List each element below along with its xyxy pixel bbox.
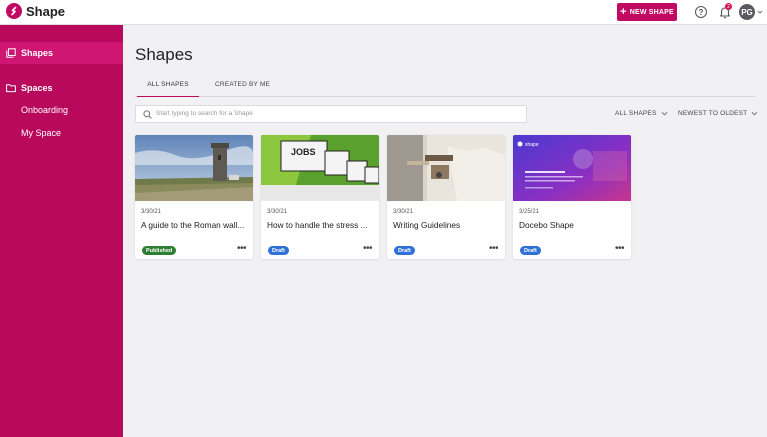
card-thumbnail: JOBS [261, 135, 379, 201]
chevron-down-icon [661, 111, 667, 116]
card-title[interactable]: Writing Guidelines [393, 220, 503, 230]
chevron-down-icon [751, 111, 758, 116]
card-thumbnail [387, 135, 505, 201]
search-input[interactable]: Start typing to search for a Shape [135, 105, 527, 123]
card-title[interactable]: How to handle the stress ... [267, 220, 377, 230]
card-thumbnail: shape [513, 135, 631, 201]
status-badge: Draft [520, 246, 541, 255]
thumb-text-jobs: JOBS [291, 147, 316, 157]
card-thumbnail [135, 135, 253, 201]
card-date: 3/30/21 [267, 209, 288, 215]
shape-card[interactable]: 3/30/21 Writing Guidelines Draft ••• [387, 135, 505, 259]
new-shape-label: NEW SHAPE [629, 8, 674, 16]
more-options-icon[interactable]: ••• [363, 244, 373, 254]
tab-bar: ALL SHAPES CREATED BY ME [135, 75, 755, 97]
type-filter-label: ALL SHAPES [615, 110, 657, 117]
card-date: 3/30/21 [393, 209, 414, 215]
avatar[interactable]: PG [739, 4, 755, 20]
sidebar-item-onboarding[interactable]: Onboarding [21, 105, 68, 115]
new-shape-button[interactable]: + NEW SHAPE [617, 3, 677, 21]
shape-card[interactable]: shape 3/25/21 Docebo Shape Draft ••• [513, 135, 631, 259]
status-badge: Draft [394, 246, 415, 255]
more-options-icon[interactable]: ••• [237, 244, 247, 254]
sidebar-item-shapes[interactable]: Shapes [0, 42, 123, 64]
status-badge: Published [142, 246, 177, 255]
sort-label: NEWEST TO OLDEST [678, 110, 748, 117]
sidebar: Shapes Spaces Onboarding My Space [0, 25, 123, 437]
status-badge: Draft [268, 246, 289, 255]
help-icon[interactable]: ? [695, 6, 707, 18]
tab-all-shapes[interactable]: ALL SHAPES [137, 81, 199, 97]
more-options-icon[interactable]: ••• [489, 244, 499, 254]
page-title: Shapes [135, 45, 193, 64]
card-title[interactable]: A guide to the Roman wall... [141, 220, 251, 230]
main-content: Shapes ALL SHAPES CREATED BY ME Start ty… [123, 25, 767, 437]
more-options-icon[interactable]: ••• [615, 244, 625, 254]
card-title[interactable]: Docebo Shape [519, 220, 629, 230]
search-icon [143, 110, 152, 119]
card-date: 3/25/21 [519, 209, 540, 215]
plus-icon: + [620, 5, 627, 18]
card-date: 3/30/21 [141, 209, 162, 215]
tab-created-by-me[interactable]: CREATED BY ME [215, 81, 270, 88]
sidebar-item-label: Onboarding [21, 105, 69, 115]
thumb-text-shape: shape [525, 142, 539, 148]
folder-icon [6, 84, 16, 93]
shape-card[interactable]: 3/30/21 A guide to the Roman wall... Pub… [135, 135, 253, 259]
shapes-icon [6, 48, 16, 58]
type-filter-dropdown[interactable]: ALL SHAPES [615, 110, 668, 117]
sidebar-item-label: Shapes [21, 48, 54, 58]
top-bar: Shape + NEW SHAPE ? 2 PG [0, 0, 767, 25]
sort-dropdown[interactable]: NEWEST TO OLDEST [678, 110, 758, 117]
sidebar-item-label: My Space [21, 128, 62, 138]
notification-badge: 2 [725, 3, 732, 10]
app-title: Shape [26, 4, 66, 19]
search-placeholder: Start typing to search for a Shape [156, 110, 253, 117]
sidebar-item-my-space[interactable]: My Space [21, 128, 61, 138]
sidebar-item-label: Spaces [21, 83, 53, 93]
chevron-down-icon[interactable] [757, 9, 763, 15]
shape-card[interactable]: JOBS 3/30/21 How to handle the stress ..… [261, 135, 379, 259]
shape-logo-icon[interactable] [6, 3, 22, 19]
sidebar-item-spaces[interactable]: Spaces [6, 81, 53, 95]
